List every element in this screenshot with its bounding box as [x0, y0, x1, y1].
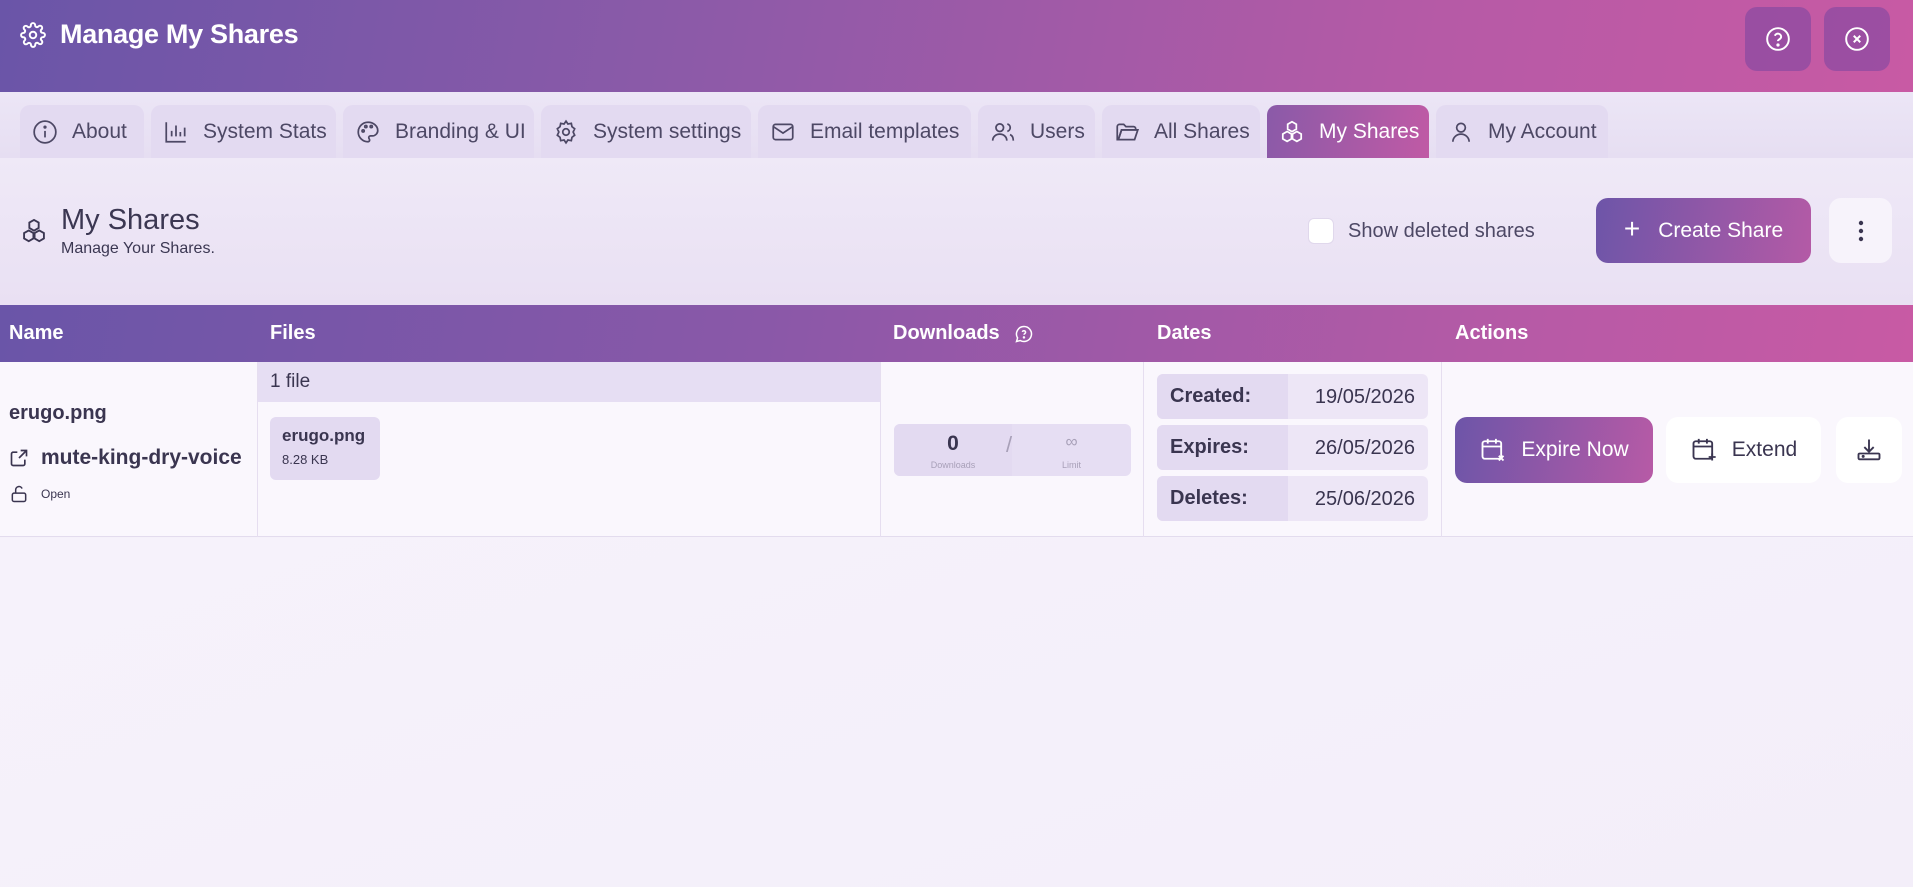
date-created-value: 19/05/2026	[1314, 386, 1415, 408]
external-link-icon	[10, 449, 28, 467]
date-expires-value: 26/05/2026	[1314, 437, 1415, 459]
gear-icon	[20, 22, 46, 48]
tab-system-stats[interactable]: System Stats	[151, 105, 336, 158]
column-header-dates: Dates	[1157, 322, 1212, 344]
mail-icon	[772, 123, 794, 140]
share-file-name: erugo.png	[9, 402, 107, 424]
cubes-icon	[23, 218, 45, 243]
page-subtitle: Manage Your Shares.	[61, 240, 215, 257]
date-expires: Expires: 26/05/2026	[1157, 425, 1428, 470]
tab-my-account[interactable]: My Account	[1436, 105, 1608, 158]
tab-my-shares[interactable]: My Shares	[1267, 105, 1429, 158]
tab-users[interactable]: Users	[978, 105, 1095, 158]
calendar-x-icon	[1481, 438, 1505, 462]
downloads-count: 0	[947, 432, 959, 455]
column-divider	[1441, 362, 1442, 537]
expire-now-label: Expire Now	[1521, 438, 1629, 461]
palette-icon	[357, 120, 379, 143]
tab-label: Branding & UI	[395, 119, 526, 143]
column-header-downloads-label: Downloads	[893, 322, 1000, 344]
downloads-limit: ∞	[1065, 432, 1078, 451]
more-options-button[interactable]	[1829, 198, 1892, 263]
column-header-downloads: Downloads	[893, 322, 1034, 345]
table-header: Name Files Downloads Dates Actions	[0, 305, 1913, 362]
bar-chart-icon	[165, 121, 186, 143]
tab-label: Users	[1030, 119, 1085, 143]
tab-label: My Shares	[1319, 119, 1420, 143]
share-name: mute-king-dry-voice	[41, 446, 242, 469]
page-header: My Shares Manage Your Shares. Show delet…	[0, 158, 1913, 305]
tab-label: All Shares	[1154, 119, 1250, 143]
share-status-label: Open	[41, 487, 71, 501]
app-header: Manage My Shares	[0, 0, 1913, 92]
download-button[interactable]	[1836, 417, 1902, 483]
users-icon	[991, 122, 1015, 141]
tab-all-shares[interactable]: All Shares	[1102, 105, 1260, 158]
unlock-icon	[11, 485, 27, 503]
file-chip-name: erugo.png	[282, 426, 366, 445]
create-share-button[interactable]: + Create Share	[1596, 198, 1811, 263]
expire-now-button[interactable]: Expire Now	[1455, 417, 1653, 483]
share-status: Open	[9, 484, 70, 504]
info-icon	[33, 119, 57, 144]
column-header-actions: Actions	[1455, 322, 1529, 344]
share-link[interactable]: mute-king-dry-voice	[9, 446, 242, 470]
date-deletes-value: 25/06/2026	[1314, 488, 1415, 510]
files-count: 1 file	[258, 362, 880, 402]
tab-email-templates[interactable]: Email templates	[758, 105, 971, 158]
table-row: erugo.png mute-king-dry-voice Open 1 fil…	[0, 362, 1913, 537]
extend-button[interactable]: Extend	[1666, 417, 1821, 483]
extend-label: Extend	[1731, 438, 1798, 461]
close-button[interactable]	[1824, 7, 1890, 71]
tab-branding[interactable]: Branding & UI	[343, 105, 534, 158]
cubes-icon	[1281, 120, 1303, 142]
tab-label: My Account	[1488, 119, 1597, 143]
vertical-dots-icon	[1858, 220, 1863, 241]
plus-icon: +	[1623, 212, 1641, 244]
gear-icon	[556, 119, 576, 144]
tab-label: System settings	[593, 119, 742, 143]
show-deleted-checkbox[interactable]	[1308, 218, 1334, 244]
column-header-name: Name	[9, 322, 64, 344]
column-divider	[880, 362, 881, 537]
downloads-count-label: Downloads	[930, 460, 976, 470]
tab-label: Email templates	[810, 119, 960, 143]
help-button[interactable]	[1745, 7, 1811, 71]
help-bubble-icon[interactable]	[1014, 324, 1034, 344]
user-icon	[1452, 121, 1470, 142]
close-circle-icon	[1845, 27, 1869, 51]
column-divider	[1143, 362, 1144, 537]
tab-about[interactable]: About	[20, 105, 144, 158]
file-chip: erugo.png 8.28 KB	[270, 417, 380, 480]
downloads-counter: 0 Downloads / ∞ Limit	[894, 424, 1131, 476]
file-chip-size: 8.28 KB	[282, 452, 329, 467]
empty-area	[0, 538, 1913, 887]
date-deletes-label: Deletes:	[1157, 476, 1288, 521]
tab-system-settings[interactable]: System settings	[541, 105, 751, 158]
show-deleted-label[interactable]: Show deleted shares	[1348, 220, 1535, 243]
folder-icon	[1116, 123, 1140, 140]
download-icon	[1857, 439, 1881, 461]
date-expires-label: Expires:	[1157, 425, 1288, 470]
tab-bar: About System Stats Branding & UI System …	[0, 92, 1913, 158]
calendar-plus-icon	[1692, 438, 1716, 461]
tab-label: System Stats	[203, 119, 327, 143]
column-header-files: Files	[270, 322, 316, 344]
help-icon	[1766, 27, 1790, 51]
page-title: My Shares	[61, 204, 200, 236]
create-share-label: Create Share	[1658, 218, 1784, 242]
date-created-label: Created:	[1157, 374, 1288, 419]
app-title: Manage My Shares	[60, 19, 299, 49]
date-created: Created: 19/05/2026	[1157, 374, 1428, 419]
tab-label: About	[72, 119, 127, 143]
date-deletes: Deletes: 25/06/2026	[1157, 476, 1428, 521]
downloads-limit-label: Limit	[1061, 460, 1081, 470]
